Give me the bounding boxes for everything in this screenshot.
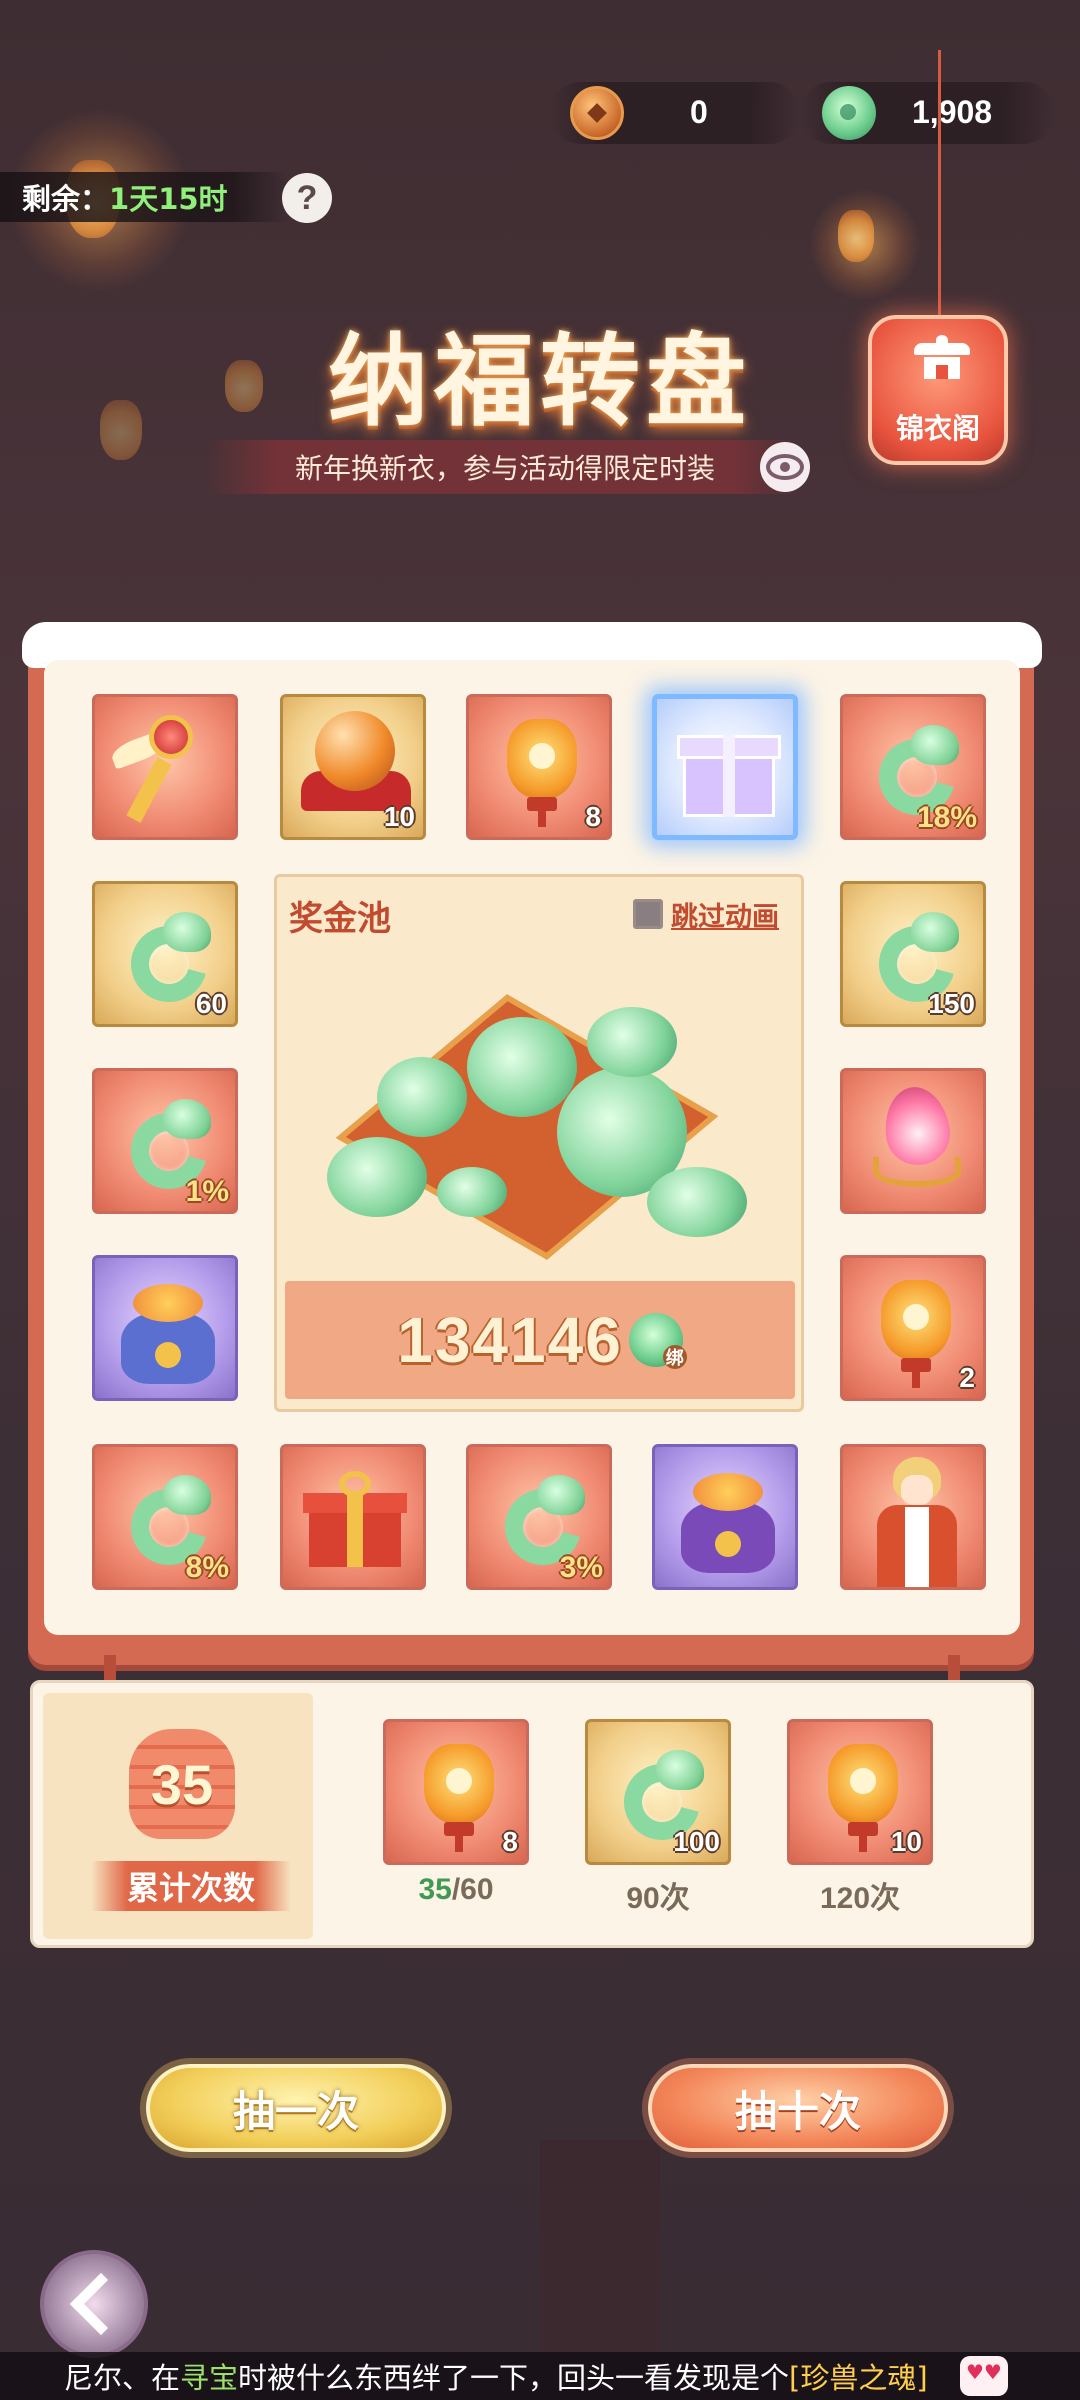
- emoji-hearts-icon: [960, 2356, 1008, 2396]
- milestone-caption: 90次: [585, 1873, 731, 1917]
- bound-mark: 绑: [662, 1345, 687, 1369]
- flame-wing-icon: [865, 1082, 969, 1197]
- prize-tile-ribbon-box: [280, 1444, 426, 1590]
- milestone-goal: 90次: [626, 1882, 690, 1915]
- milestone-goal: /60: [451, 1873, 494, 1906]
- jade-hook-icon: [822, 86, 876, 140]
- reward-tile-jade: 100: [585, 1719, 731, 1865]
- prize-tile-jade-60: 60: [92, 881, 238, 1027]
- prize-tile-character: [840, 1444, 986, 1590]
- broadcast-highlight: [珍兽之魂]: [789, 2361, 928, 2395]
- remaining-time: 剩余： 1天15时: [0, 172, 290, 222]
- broadcast-text: 时被什么东西绊了一下，回头一看发现是个: [238, 2361, 790, 2395]
- tile-quantity: 10: [890, 1826, 922, 1857]
- reward-tile-lantern: 8: [383, 1719, 529, 1865]
- draw-count: 35: [150, 1752, 214, 1816]
- prize-tile-jade-8: 8%: [92, 1444, 238, 1590]
- lantern-icon: [881, 1272, 951, 1390]
- tile-quantity: 100: [673, 1826, 720, 1857]
- skip-animation-checkbox[interactable]: [633, 899, 663, 929]
- back-button[interactable]: [40, 2250, 148, 2358]
- lucky-bag-icon: [675, 1467, 781, 1575]
- pool-amount: 134146 绑: [285, 1281, 795, 1399]
- prize-tile-jade-18: 18%: [840, 694, 986, 840]
- jade-pile-illustration: [317, 994, 757, 1260]
- coin-value: 0: [690, 94, 708, 130]
- prize-tile-lantern-2: 2: [840, 1255, 986, 1401]
- jinyige-button[interactable]: 锦衣阁: [868, 315, 1008, 465]
- bound-jade-icon: 绑: [628, 1313, 687, 1369]
- tile-quantity: 8: [585, 801, 601, 832]
- lantern-icon: [507, 711, 577, 829]
- lantern-icon: [828, 1736, 898, 1854]
- prize-tile-gift-selected: [652, 694, 798, 840]
- lantern-decoration: [838, 210, 874, 262]
- page-subtitle: 新年换新衣，参与活动得限定时装: [205, 440, 805, 494]
- reward-tile-lantern: 10: [787, 1719, 933, 1865]
- pool-amount-value: 134146: [397, 1304, 623, 1376]
- milestone-done: 35: [418, 1873, 452, 1906]
- lantern-icon: [424, 1736, 494, 1854]
- lucky-bag-icon: [115, 1278, 221, 1386]
- milestone-reward[interactable]: 10 120次: [787, 1719, 933, 1917]
- pagoda-silhouette: [540, 2140, 660, 2360]
- tile-percent: 18%: [916, 801, 977, 834]
- prize-tile-jade-3: 3%: [466, 1444, 612, 1590]
- skip-animation-label[interactable]: 跳过动画: [671, 895, 779, 934]
- milestone-caption: 120次: [787, 1873, 933, 1917]
- milestone-reward[interactable]: 100 90次: [585, 1719, 731, 1917]
- prize-tile-key: [92, 694, 238, 840]
- jinyige-label: 锦衣阁: [895, 412, 980, 445]
- pool-title: 奖金池: [289, 899, 391, 939]
- draw-count-block: 35 累计次数: [43, 1693, 313, 1939]
- tile-percent: 1%: [185, 1175, 229, 1208]
- milestone-reward[interactable]: 8 35/60: [383, 1719, 529, 1907]
- draw-count-label: 累计次数: [91, 1861, 291, 1911]
- prize-tile-orb: 10: [280, 694, 426, 840]
- cumulative-progress: 35 累计次数 8 35/60 100 90次 10 120次: [30, 1680, 1034, 1948]
- red-gift-box-icon: [303, 1471, 407, 1571]
- jade-value: 1,908: [912, 94, 993, 130]
- remaining-label: 剩余：: [22, 182, 110, 216]
- coin-balance: 0: [550, 82, 800, 144]
- lantern-string: [938, 50, 941, 320]
- tile-quantity: 8: [502, 1826, 518, 1857]
- help-button[interactable]: ?: [282, 173, 332, 223]
- pavilion-icon: [914, 335, 970, 385]
- tile-quantity: 10: [383, 801, 415, 832]
- broadcast-highlight: 寻宝: [180, 2361, 239, 2395]
- tile-percent: 8%: [185, 1551, 229, 1584]
- preview-eye-icon[interactable]: [760, 442, 810, 492]
- tile-quantity: 2: [959, 1362, 975, 1393]
- prize-tile-jade-150: 150: [840, 881, 986, 1027]
- prize-tile-wing: [840, 1068, 986, 1214]
- broadcast-marquee: 尼尔、在 寻宝 时被什么东西绊了一下，回头一看发现是个 [珍兽之魂]: [0, 2352, 1080, 2400]
- draw-ten-button[interactable]: 抽十次: [648, 2064, 948, 2152]
- tile-percent: 3%: [559, 1551, 603, 1584]
- tile-quantity: 60: [195, 988, 227, 1019]
- prize-tile-bag: [92, 1255, 238, 1401]
- prize-tile-bag-2: [652, 1444, 798, 1590]
- prize-tile-lantern: 8: [466, 694, 612, 840]
- copper-coin-icon: [570, 86, 624, 140]
- jade-balance: 1,908: [800, 82, 1055, 144]
- character-costume-icon: [859, 1451, 973, 1587]
- tile-quantity: 150: [928, 988, 975, 1019]
- count-lantern: 35: [129, 1729, 235, 1839]
- draw-once-button[interactable]: 抽一次: [146, 2064, 446, 2152]
- key-charm-icon: [108, 709, 221, 825]
- gift-box-icon: [677, 721, 781, 821]
- remaining-value: 1天15时: [109, 182, 228, 216]
- broadcast-text: 尼尔、在: [64, 2361, 181, 2395]
- milestone-caption: 35/60: [383, 1873, 529, 1907]
- prize-tile-jade-1: 1%: [92, 1068, 238, 1214]
- prize-pool: 奖金池 跳过动画 134146 绑: [274, 874, 804, 1412]
- milestone-goal: 120次: [819, 1882, 901, 1915]
